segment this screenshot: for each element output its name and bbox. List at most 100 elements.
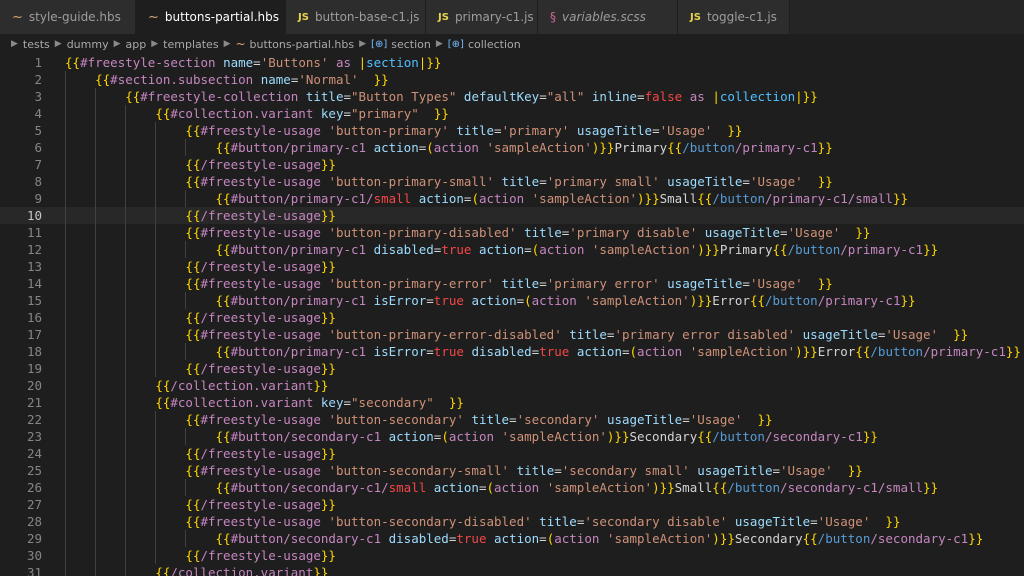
code-token: action — [494, 531, 540, 546]
code-token: title — [516, 463, 555, 478]
code-line[interactable]: 25 {{#freestyle-usage 'button-secondary-… — [0, 462, 1024, 479]
code-token: }} — [320, 446, 336, 461]
code-token: /button — [682, 140, 735, 155]
code-line[interactable]: 8 {{#freestyle-usage 'button-primary-sma… — [0, 173, 1024, 190]
tab-button-base-c1-js[interactable]: JS button-base-c1.js — [286, 0, 426, 34]
code-token: /button — [817, 531, 871, 546]
code-line[interactable]: 29 {{#button/secondary-c1 disabled=true … — [0, 530, 1024, 547]
code-line[interactable]: 31 {{/collection.variant}} — [0, 564, 1024, 576]
code-token: "all" — [546, 89, 585, 104]
code-line[interactable]: 11 {{#freestyle-usage 'button-primary-di… — [0, 224, 1024, 241]
tab-primary-c1-js[interactable]: JS primary-c1.js — [426, 0, 538, 34]
code-line[interactable]: 14 {{#freestyle-usage 'button-primary-er… — [0, 275, 1024, 292]
code-text: {{/collection.variant}} — [65, 564, 328, 576]
code-token: = — [652, 123, 660, 138]
code-token: {{ — [155, 395, 171, 410]
code-line[interactable]: 4 {{#collection.variant key="primary" }} — [0, 105, 1024, 122]
code-token: }} — [614, 429, 630, 444]
code-token: {{ — [185, 225, 201, 240]
line-number: 3 — [34, 89, 42, 104]
code-token: }} — [727, 123, 743, 138]
code-line[interactable]: 10 {{/freestyle-usage}} — [0, 207, 1024, 224]
tab-toggle-c1-js[interactable]: JS toggle-c1.js — [678, 0, 790, 34]
code-line[interactable]: 26 {{#button/secondary-c1/small action=(… — [0, 479, 1024, 496]
code-line[interactable]: 17 {{#freestyle-usage 'button-primary-er… — [0, 326, 1024, 343]
code-token: 'primary small' — [546, 174, 660, 189]
tab-buttons-partial-hbs[interactable]: ~buttons-partial.hbs× — [136, 0, 286, 34]
code-line[interactable]: 15 {{#button/primary-c1 isError=true act… — [0, 292, 1024, 309]
code-token: }} — [644, 191, 660, 206]
code-token: #freestyle-usage — [200, 123, 321, 138]
code-line[interactable]: 22 {{#freestyle-usage 'button-secondary'… — [0, 411, 1024, 428]
code-token: name — [260, 72, 291, 87]
code-text: {{/freestyle-usage}} — [65, 496, 336, 513]
code-token: }} — [953, 327, 969, 342]
code-line[interactable]: 3 {{#freestyle-collection title="Button … — [0, 88, 1024, 105]
line-number: 31 — [26, 565, 42, 576]
code-token: }} — [320, 157, 336, 172]
code-line[interactable]: 20 {{/collection.variant}} — [0, 377, 1024, 394]
breadcrumb-item[interactable]: dummy — [67, 38, 109, 51]
code-line[interactable]: 27 {{/freestyle-usage}} — [0, 496, 1024, 513]
code-line[interactable]: 30 {{/freestyle-usage}} — [0, 547, 1024, 564]
code-line[interactable]: 23 {{#button/secondary-c1 action=(action… — [0, 428, 1024, 445]
breadcrumb-item[interactable]: app — [126, 38, 147, 51]
code-token: 'button-secondary-small' — [328, 463, 510, 478]
code-token: ) — [697, 242, 705, 257]
code-line[interactable]: 2 {{#section.subsection name='Normal' }} — [0, 71, 1024, 88]
tab-label: toggle-c1.js — [706, 10, 777, 24]
line-number: 15 — [26, 293, 42, 308]
tab-variables-scss[interactable]: § variables.scss — [538, 0, 678, 34]
code-token: /primary-c1 — [734, 140, 818, 155]
code-line[interactable]: 5 {{#freestyle-usage 'button-primary' ti… — [0, 122, 1024, 139]
code-token: #freestyle-usage — [200, 276, 321, 291]
code-text: {{#collection.variant key="primary" }} — [65, 105, 449, 122]
code-token: = — [780, 225, 788, 240]
code-editor[interactable]: 1 {{#freestyle-section name='Buttons' as … — [0, 54, 1024, 576]
code-token: /freestyle-usage — [200, 259, 321, 274]
code-line[interactable]: 1 {{#freestyle-section name='Buttons' as … — [0, 54, 1024, 71]
code-token: /button — [787, 242, 841, 257]
code-line[interactable]: 13 {{/freestyle-usage}} — [0, 258, 1024, 275]
breadcrumb-label: dummy — [66, 37, 109, 51]
code-line[interactable]: 24 {{/freestyle-usage}} — [0, 445, 1024, 462]
code-line[interactable]: 21 {{#collection.variant key="secondary"… — [0, 394, 1024, 411]
breadcrumb-item[interactable]: [⊕] collection — [448, 38, 521, 51]
code-token: #freestyle-usage — [200, 463, 321, 478]
code-line[interactable]: 9 {{#button/primary-c1/small action=(act… — [0, 190, 1024, 207]
code-line[interactable]: 6 {{#button/primary-c1 action=(action 's… — [0, 139, 1024, 156]
code-token: {{ — [155, 565, 171, 576]
code-line[interactable]: 12 {{#button/primary-c1 disabled=true ac… — [0, 241, 1024, 258]
code-line[interactable]: 16 {{/freestyle-usage}} — [0, 309, 1024, 326]
tab-label: style-guide.hbs — [28, 10, 121, 24]
code-line[interactable]: 28 {{#freestyle-usage 'button-secondary-… — [0, 513, 1024, 530]
code-token: ( — [441, 429, 449, 444]
breadcrumb-item[interactable]: tests — [23, 38, 50, 51]
code-line[interactable]: 18 {{#button/primary-c1 isError=true dis… — [0, 343, 1024, 360]
code-token: "secondary" — [351, 395, 434, 410]
code-token: #freestyle-section — [80, 55, 216, 70]
code-line[interactable]: 7 {{/freestyle-usage}} — [0, 156, 1024, 173]
breadcrumb-item[interactable]: templates — [163, 38, 218, 51]
javascript-icon: JS — [690, 11, 701, 23]
code-token: /collection.variant — [170, 565, 314, 576]
code-token: true — [456, 531, 487, 546]
code-token: true — [441, 242, 472, 257]
code-line[interactable]: 19 {{/freestyle-usage}} — [0, 360, 1024, 377]
breadcrumb-item[interactable]: ~ buttons-partial.hbs — [235, 37, 354, 51]
code-text: {{#freestyle-collection title="Button Ty… — [65, 88, 818, 105]
code-token: {{ — [185, 497, 201, 512]
tab-style-guide-hbs[interactable]: ~ style-guide.hbs — [0, 0, 136, 34]
breadcrumb-item[interactable]: [⊕] section — [371, 38, 431, 51]
code-token: }} — [373, 72, 389, 87]
chevron-right-icon: ▶ — [54, 39, 62, 49]
